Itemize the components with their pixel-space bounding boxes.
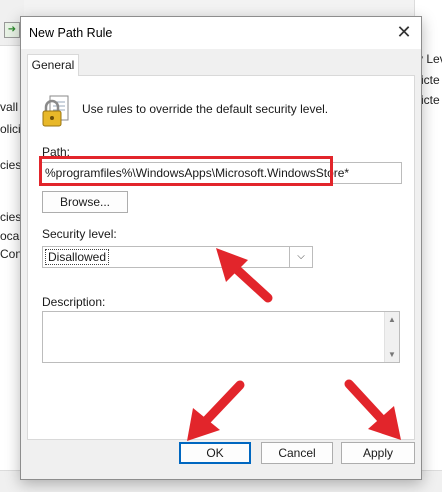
cancel-button-label: Cancel xyxy=(278,446,316,460)
browse-button-label: Browse... xyxy=(59,195,110,209)
scroll-up-icon[interactable]: ▲ xyxy=(388,315,396,324)
close-icon[interactable]: ✕ xyxy=(395,23,413,41)
forward-arrow-icon: ➜ xyxy=(4,22,20,38)
description-label: Description: xyxy=(42,295,106,309)
description-scrollbar[interactable]: ▲ ▼ xyxy=(384,312,399,362)
tab-general[interactable]: General xyxy=(27,54,79,76)
browse-button[interactable]: Browse... xyxy=(42,191,128,213)
apply-button[interactable]: Apply xyxy=(341,442,415,464)
lock-document-icon xyxy=(42,95,69,127)
dialog-title: New Path Rule xyxy=(29,26,113,40)
scroll-down-icon[interactable]: ▼ xyxy=(388,350,396,359)
path-input[interactable]: %programfiles%\WindowsApps\Microsoft.Win… xyxy=(40,162,402,184)
apply-button-label: Apply xyxy=(362,446,394,460)
cancel-button[interactable]: Cancel xyxy=(261,442,333,464)
ok-button[interactable]: OK xyxy=(179,442,251,464)
security-level-select[interactable]: Disallowed ⌵ xyxy=(42,246,313,268)
ok-button-label: OK xyxy=(206,446,224,460)
info-text: Use rules to override the default securi… xyxy=(82,102,329,116)
description-field[interactable]: ▲ ▼ xyxy=(42,311,400,363)
security-level-label: Security level: xyxy=(42,227,117,241)
security-level-value: Disallowed xyxy=(45,249,110,265)
general-panel: Use rules to override the default securi… xyxy=(27,75,415,440)
title-bar: New Path Rule ✕ xyxy=(21,17,421,49)
path-label: Path: xyxy=(42,145,71,159)
chevron-down-icon[interactable]: ⌵ xyxy=(289,246,313,268)
new-path-rule-dialog: New Path Rule ✕ General Use rules to ove… xyxy=(20,16,422,480)
